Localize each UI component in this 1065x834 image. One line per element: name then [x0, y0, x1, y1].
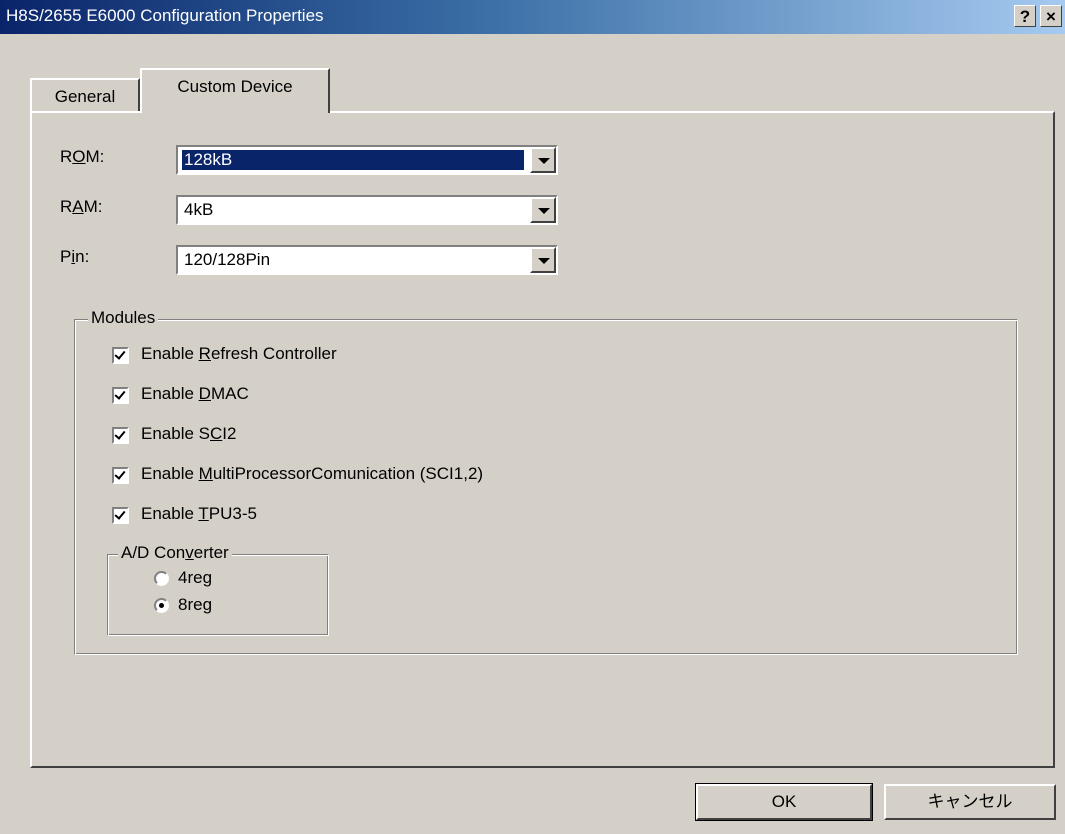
- dmac-checkbox[interactable]: [112, 387, 129, 404]
- window-title: H8S/2655 E6000 Configuration Properties: [6, 6, 324, 25]
- pin-select[interactable]: 120/128Pin: [176, 245, 558, 275]
- refresh-controller-checkbox[interactable]: [112, 347, 129, 364]
- chevron-down-icon[interactable]: [530, 247, 556, 273]
- tab-custom-device-label: Custom Device: [177, 77, 293, 96]
- ram-select[interactable]: 4kB: [176, 195, 558, 225]
- rom-select[interactable]: 128kB: [176, 145, 558, 175]
- ok-button[interactable]: OK: [695, 783, 873, 821]
- tpu-checkbox[interactable]: [112, 507, 129, 524]
- modules-title: Modules: [88, 308, 159, 328]
- multiprocessor-label: Enable MultiProcessorComunication (SCI1,…: [141, 464, 484, 483]
- ad-8reg-radio[interactable]: [154, 598, 169, 613]
- ad-converter-group: [107, 554, 329, 636]
- tab-custom-device[interactable]: Custom Device: [140, 68, 330, 113]
- cancel-button[interactable]: キャンセル: [884, 784, 1056, 820]
- tpu-label: Enable TPU3-5: [141, 504, 257, 523]
- dmac-label: Enable DMAC: [141, 384, 249, 403]
- pin-label: Pin:: [60, 247, 90, 266]
- sci2-label: Enable SCI2: [141, 424, 237, 443]
- custom-device-panel: ROM: 128kB RAM: 4kB Pin: 120/128Pin Modu…: [30, 111, 1055, 768]
- chevron-down-icon[interactable]: [530, 197, 556, 223]
- tab-general[interactable]: General: [30, 78, 140, 111]
- chevron-down-icon[interactable]: [530, 147, 556, 173]
- help-button[interactable]: ?: [1014, 5, 1036, 27]
- ad-4reg-radio[interactable]: [154, 571, 169, 586]
- ram-value: 4kB: [184, 200, 214, 219]
- pin-value: 120/128Pin: [184, 250, 271, 269]
- ad-8reg-label: 8reg: [178, 595, 213, 614]
- sci2-checkbox[interactable]: [112, 427, 129, 444]
- rom-label: ROM:: [60, 147, 105, 166]
- rom-value: 128kB: [182, 150, 524, 170]
- refresh-controller-label: Enable Refresh Controller: [141, 344, 337, 363]
- title-bar: H8S/2655 E6000 Configuration Properties …: [0, 0, 1065, 34]
- multiprocessor-checkbox[interactable]: [112, 467, 129, 484]
- close-button[interactable]: ×: [1040, 5, 1062, 27]
- ad-4reg-label: 4reg: [178, 568, 213, 587]
- ad-converter-title: A/D Converter: [118, 543, 232, 563]
- ram-label: RAM:: [60, 197, 103, 216]
- tab-general-label: General: [54, 87, 116, 106]
